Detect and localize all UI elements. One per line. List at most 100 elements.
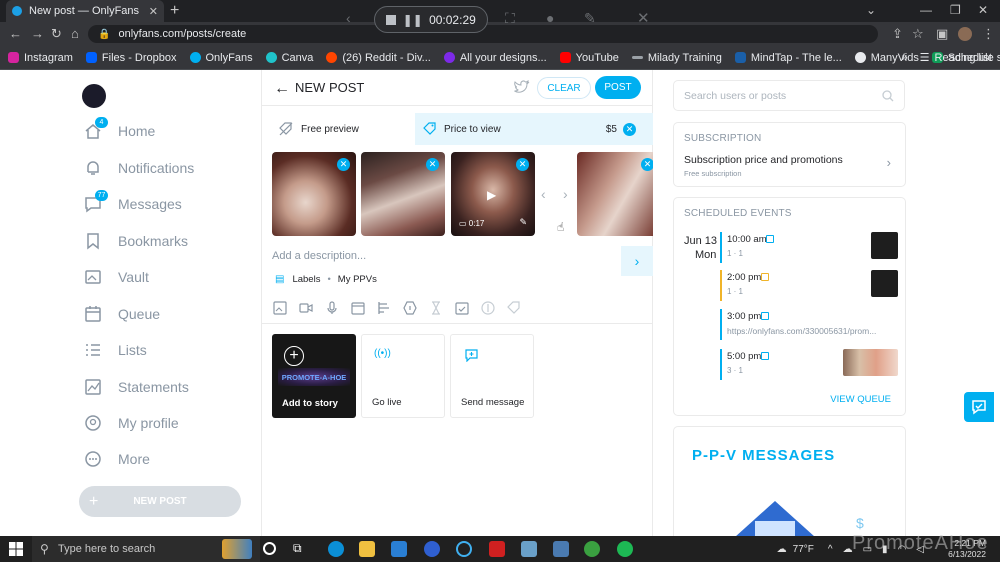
description-input[interactable]: Add a description...	[272, 250, 366, 262]
sidebar-item-more[interactable]: More	[84, 446, 150, 472]
cortana-icon[interactable]	[263, 542, 276, 555]
close-window-icon[interactable]: ✕	[978, 3, 988, 17]
coin-icon[interactable]	[481, 301, 495, 315]
quiz-icon[interactable]	[403, 301, 417, 315]
schedule-icon[interactable]	[351, 301, 365, 315]
scheduled-event[interactable]: 2:00 pm 1 · 1	[720, 270, 900, 301]
pen-icon[interactable]: ✎	[584, 10, 596, 27]
close-tab-icon[interactable]: ✕	[149, 5, 158, 18]
remove-media-icon[interactable]: ✕	[426, 158, 439, 171]
bookmarks-overflow[interactable]: »	[902, 52, 908, 64]
circle-app-icon[interactable]	[456, 541, 472, 557]
bookmark-item[interactable]: (26) Reddit - Div...	[326, 52, 431, 64]
search-app-icon[interactable]	[424, 541, 440, 557]
tag-icon[interactable]	[507, 301, 521, 315]
post-button[interactable]: POST	[595, 76, 641, 99]
new-post-button[interactable]: + NEW POST	[79, 486, 241, 517]
poll-icon[interactable]	[377, 301, 391, 315]
carousel-prev-icon[interactable]: ‹	[541, 186, 546, 202]
calendar-check-icon[interactable]	[455, 301, 469, 315]
labels-row[interactable]: ▤ Labels • My PPVs	[275, 274, 377, 285]
bookmark-item[interactable]: Instagram	[8, 52, 73, 64]
scheduled-event[interactable]: 3:00 pm https://onlyfans.com/330005631/p…	[720, 309, 900, 340]
home-icon[interactable]: ⌂	[71, 26, 79, 41]
sidebar-item-vault[interactable]: Vault	[84, 264, 149, 290]
tray-chevron-icon[interactable]: ^	[828, 544, 833, 555]
browser-tab[interactable]: New post — OnlyFans ✕	[6, 0, 164, 22]
edge-icon[interactable]	[328, 541, 344, 557]
menu-icon[interactable]: ⋮	[982, 26, 995, 42]
bookmark-item[interactable]: MindTap - The le...	[734, 52, 842, 64]
send-message-card[interactable]: Send message	[450, 334, 534, 418]
camera-icon[interactable]: ●	[546, 10, 554, 26]
edit-icon[interactable]: ✎	[519, 217, 527, 228]
windows-start-icon[interactable]	[9, 542, 23, 556]
file-explorer-icon[interactable]	[359, 541, 375, 557]
twitter-icon[interactable]	[514, 79, 530, 99]
view-queue-link[interactable]: VIEW QUEUE	[830, 394, 891, 405]
profile-avatar[interactable]	[958, 27, 972, 41]
task-view-icon[interactable]: ⧉	[293, 541, 309, 557]
bookmark-item[interactable]: All your designs...	[443, 52, 547, 64]
new-tab-button[interactable]: +	[170, 2, 179, 20]
image-icon[interactable]	[273, 301, 287, 315]
sidebar-item-my-profile[interactable]: My profile	[84, 410, 179, 436]
scheduled-event[interactable]: 5:00 pm 3 · 1	[720, 349, 900, 380]
remove-price-icon[interactable]: ✕	[623, 122, 636, 136]
back-icon[interactable]: ←	[9, 26, 22, 41]
store-icon[interactable]	[391, 541, 407, 557]
play-icon[interactable]: ▶	[487, 188, 496, 202]
remove-media-icon[interactable]: ✕	[641, 158, 653, 171]
video-thumbnail[interactable]: ✕ ▶ ▭ 0:17 ✎	[451, 152, 535, 236]
pause-icon[interactable]: ❚❚	[403, 13, 423, 27]
chat-app-icon[interactable]	[553, 541, 569, 557]
taskbar-search-input[interactable]: ⚲ Type here to search	[32, 536, 260, 562]
help-chat-button[interactable]	[964, 392, 994, 422]
remove-media-icon[interactable]: ✕	[337, 158, 350, 171]
carousel-next-icon[interactable]: ›	[563, 186, 568, 202]
price-to-view-option[interactable]: Price to view $5 ✕	[415, 113, 653, 145]
remove-media-icon[interactable]: ✕	[516, 158, 529, 171]
tab-search-icon[interactable]: ⌄	[866, 3, 876, 17]
media-thumbnail[interactable]: ✕	[272, 152, 356, 236]
free-preview-option[interactable]: Free preview	[262, 114, 415, 144]
hourglass-icon[interactable]	[429, 301, 443, 315]
stop-icon[interactable]	[386, 14, 397, 25]
microphone-icon[interactable]	[325, 301, 339, 315]
chrome-icon[interactable]	[584, 541, 600, 557]
sidebar-item-bookmarks[interactable]: Bookmarks	[84, 228, 188, 254]
sidebar-item-messages[interactable]: 77 Messages	[84, 190, 182, 217]
photos-icon[interactable]	[521, 541, 537, 557]
office-icon[interactable]	[489, 541, 505, 557]
sidebar-item-notifications[interactable]: Notifications	[84, 155, 194, 181]
sidebar-item-queue[interactable]: Queue	[84, 301, 160, 327]
account-avatar[interactable]	[82, 84, 106, 108]
bookmark-item[interactable]: YouTube	[559, 52, 619, 64]
recorder-close-icon[interactable]: ✕	[637, 9, 650, 27]
reading-list-button[interactable]: Reading list	[935, 52, 992, 64]
sidebar-item-lists[interactable]: Lists	[84, 337, 147, 363]
add-to-story-card[interactable]: + PROMOTE-A-HOE Add to story	[272, 334, 356, 418]
bookmark-item[interactable]: Files - Dropbox	[85, 52, 177, 64]
star-icon[interactable]: ☆	[912, 26, 924, 42]
video-icon[interactable]	[299, 301, 313, 315]
restore-icon[interactable]: ❐	[950, 3, 961, 17]
sidebar-item-statements[interactable]: Statements	[84, 374, 189, 400]
extension-icon[interactable]: ▣	[936, 26, 948, 42]
subscription-panel[interactable]: SUBSCRIPTION Subscription price and prom…	[673, 122, 906, 187]
scheduled-event[interactable]: 10:00 am 1 · 1	[720, 232, 900, 263]
description-expand-icon[interactable]: ›	[621, 246, 653, 276]
recorder-back-icon[interactable]: ‹	[346, 10, 351, 26]
back-arrow-icon[interactable]: ←	[274, 80, 290, 98]
minimize-icon[interactable]: —	[920, 3, 932, 17]
media-thumbnail[interactable]: ✕	[361, 152, 445, 236]
spotify-icon[interactable]	[617, 541, 633, 557]
go-live-card[interactable]: ((•)) Go live	[361, 334, 445, 418]
search-input[interactable]: Search users or posts	[673, 80, 905, 111]
bookmark-item[interactable]: OnlyFans	[189, 52, 253, 64]
clear-button[interactable]: CLEAR	[537, 77, 591, 99]
reload-icon[interactable]: ↻	[51, 26, 62, 42]
screenshot-icon[interactable]: ⛶	[505, 10, 515, 27]
sidebar-item-home[interactable]: 4 Home	[84, 117, 155, 144]
bookmark-item[interactable]: Canva	[265, 52, 313, 64]
